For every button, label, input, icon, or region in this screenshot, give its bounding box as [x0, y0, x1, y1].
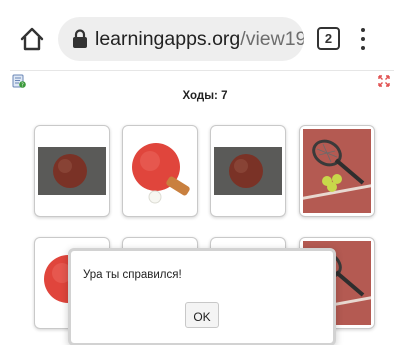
url-path: /view19312: [240, 28, 304, 50]
screen: learningapps.org/view19312 2 ? Ходы: 7: [0, 0, 398, 345]
memory-card[interactable]: [34, 125, 110, 217]
menu-dot: [361, 28, 365, 32]
fullscreen-icon[interactable]: [378, 75, 390, 87]
home-icon: [20, 27, 44, 51]
address-bar[interactable]: learningapps.org/view19312: [58, 17, 304, 61]
browser-toolbar: learningapps.org/view19312 2: [0, 0, 398, 66]
dialog-message: Ура ты справился!: [83, 269, 182, 281]
memory-card[interactable]: [299, 125, 375, 217]
svg-text:?: ?: [21, 83, 24, 88]
menu-dot: [361, 37, 365, 41]
url-host: learningapps.org: [95, 28, 241, 50]
ball-icon: [38, 129, 106, 213]
help-icon[interactable]: ?: [12, 74, 26, 88]
url-text: learningapps.org/view19312: [95, 27, 304, 51]
menu-dot: [361, 46, 365, 50]
lock-icon: [73, 29, 87, 48]
moves-counter: Ходы: 7: [182, 90, 228, 102]
ping-pong-paddle-icon: [126, 129, 194, 213]
completion-dialog: Ура ты справился! OK: [68, 248, 336, 345]
memory-card[interactable]: [122, 125, 198, 217]
ball-icon: [214, 129, 282, 213]
divider: [10, 70, 394, 71]
tennis-racket-icon: [303, 129, 371, 213]
ok-button[interactable]: OK: [185, 302, 219, 328]
tab-switcher-button[interactable]: 2: [317, 27, 340, 50]
more-menu-button[interactable]: [358, 26, 368, 52]
home-button[interactable]: [19, 26, 45, 52]
memory-card[interactable]: [210, 125, 286, 217]
